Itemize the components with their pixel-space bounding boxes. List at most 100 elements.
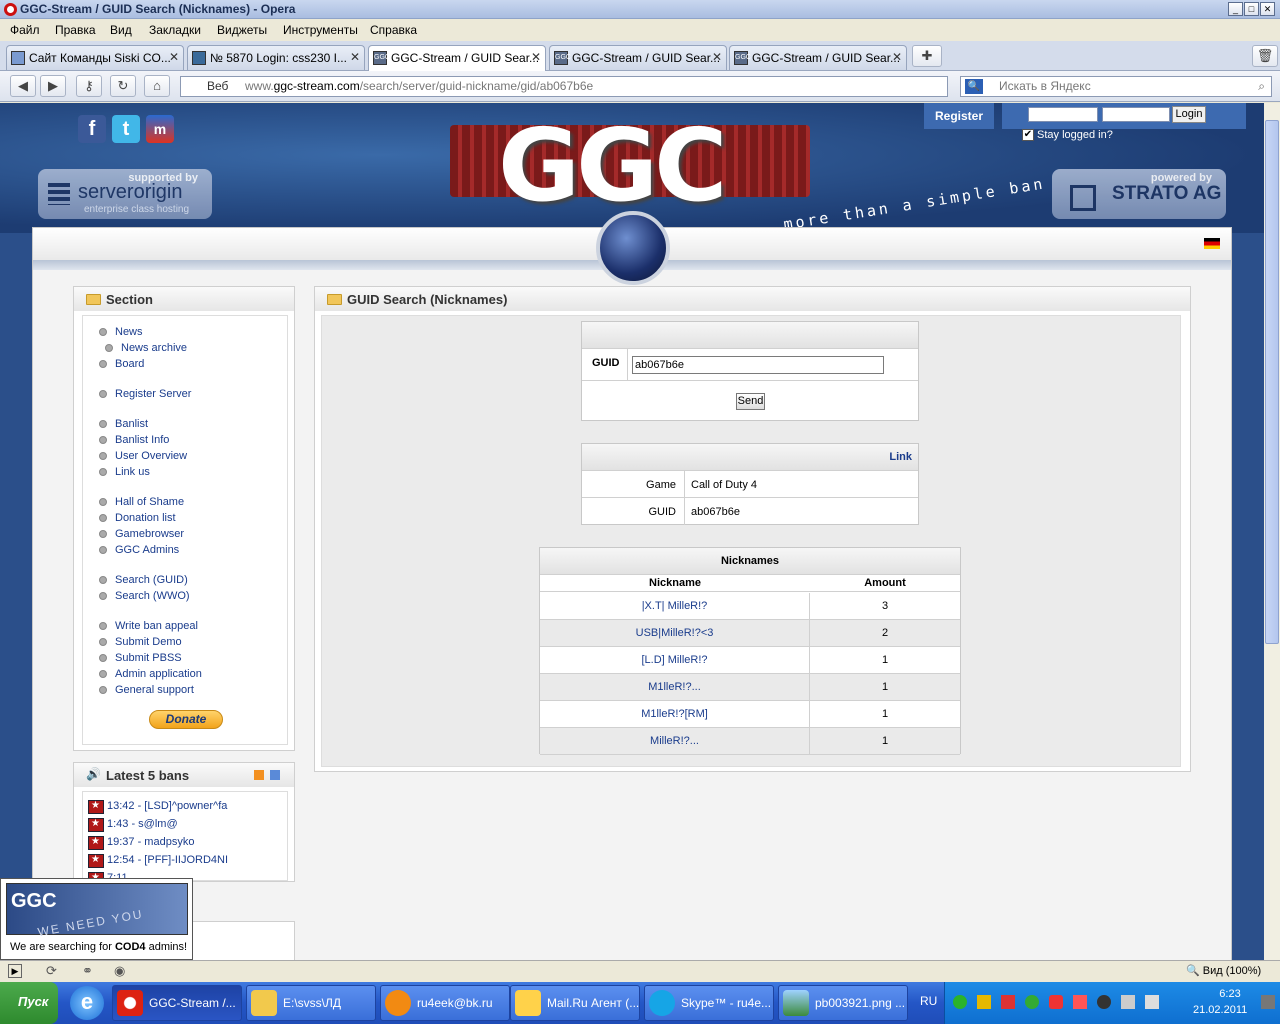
tray-icon[interactable] (953, 995, 967, 1009)
myspace-icon[interactable]: m (146, 115, 174, 143)
nav-banlist-info[interactable]: Banlist Info (115, 434, 169, 446)
unite-icon[interactable]: ⚭ (82, 963, 93, 979)
search-engine-icon[interactable]: 🔍 (965, 79, 983, 94)
task-mailru-agent[interactable]: Mail.Ru Агент (... (510, 985, 640, 1021)
nav-admin-application[interactable]: Admin application (115, 668, 202, 680)
home-button[interactable]: ⌂ (144, 75, 170, 97)
nickname-cell[interactable]: M1lleR!?[RM] (540, 701, 810, 728)
nav-submit-demo[interactable]: Submit Demo (115, 636, 182, 648)
nickname-cell[interactable]: M1lleR!?... (540, 674, 810, 701)
task-explorer[interactable]: E:\svss\ЛД (246, 985, 376, 1021)
volume-icon[interactable] (1145, 995, 1159, 1009)
nav-general-support[interactable]: General support (115, 684, 194, 696)
sponsor-serverorigin[interactable]: supported by serverorigin enterprise cla… (38, 169, 212, 219)
menu-file[interactable]: Файл (10, 23, 40, 37)
menu-help[interactable]: Справка (370, 23, 417, 37)
new-tab-button[interactable]: ✚ (912, 45, 942, 67)
panel-toggle-icon[interactable]: ▶ (8, 964, 22, 978)
menu-view[interactable]: Вид (110, 23, 132, 37)
tray-icon[interactable] (1073, 995, 1087, 1009)
nickname-cell[interactable]: MilleR!?... (540, 728, 810, 755)
sync-icon[interactable]: ⟳ (46, 963, 57, 979)
rss-icon[interactable] (254, 770, 264, 780)
url-field[interactable]: Веб www.ggc-stream.com/search/server/gui… (180, 76, 948, 97)
trash-icon[interactable]: 🗑 (1252, 45, 1278, 67)
nav-ggc-admins[interactable]: GGC Admins (115, 544, 179, 556)
language-indicator[interactable]: RU (920, 994, 937, 1008)
facebook-icon[interactable]: f (78, 115, 106, 143)
task-skype[interactable]: Skype™ - ru4e... (644, 985, 774, 1021)
donate-button[interactable]: Donate (149, 710, 223, 729)
nav-gamebrowser[interactable]: Gamebrowser (115, 528, 184, 540)
nav-link-us[interactable]: Link us (115, 466, 150, 478)
close-tab-icon[interactable]: ✕ (169, 50, 179, 64)
tray-icon[interactable] (977, 995, 991, 1009)
guid-input[interactable]: ab067b6e (632, 356, 884, 374)
task-mail[interactable]: ru4eek@bk.ru (380, 985, 510, 1021)
nav-register-server[interactable]: Register Server (115, 388, 191, 400)
menu-widgets[interactable]: Виджеты (217, 23, 267, 37)
task-opera[interactable]: GGC-Stream /... (112, 985, 242, 1021)
turbo-icon[interactable]: ◉ (114, 963, 125, 979)
twitter-icon[interactable]: t (112, 115, 140, 143)
nav-submit-pbss[interactable]: Submit PBSS (115, 652, 182, 664)
minimize-button[interactable]: _ (1228, 2, 1243, 16)
nav-donation-list[interactable]: Donation list (115, 512, 176, 524)
maximize-button[interactable]: □ (1244, 2, 1259, 16)
admin-recruit-ad[interactable]: GGC WE NEED YOU We are searching for COD… (0, 878, 193, 960)
back-button[interactable]: ◀ (10, 75, 36, 97)
ie-quicklaunch-icon[interactable]: e (70, 986, 104, 1020)
stay-logged-in[interactable]: ✔ Stay logged in? (1022, 129, 1113, 142)
scrollbar-thumb[interactable] (1265, 120, 1279, 644)
menu-bookmarks[interactable]: Закладки (149, 23, 201, 37)
checkbox-checked-icon[interactable]: ✔ (1022, 129, 1034, 142)
tab-ggc-active[interactable]: GGC GGC-Stream / GUID Sear... ✕ (368, 45, 546, 71)
close-tab-icon[interactable]: ✕ (712, 50, 722, 64)
feed-icon[interactable] (270, 770, 280, 780)
search-input[interactable]: 🔍 Искать в Яндекс ⌕ (960, 76, 1272, 97)
link-button[interactable]: Link (582, 444, 918, 471)
ban-item[interactable]: 19:37 - madpsyko (88, 836, 194, 850)
send-button[interactable]: Send (736, 393, 765, 410)
key-icon[interactable]: ⚷ (76, 75, 102, 97)
ban-item[interactable]: 13:42 - [LSD]^powner^fa (88, 800, 227, 814)
tray-icon[interactable] (1049, 995, 1063, 1009)
nickname-cell[interactable]: [L.D] MilleR!? (540, 647, 810, 674)
network-icon[interactable] (1121, 995, 1135, 1009)
nav-news[interactable]: News (115, 326, 143, 338)
utorrent-icon[interactable] (1025, 995, 1039, 1009)
nav-search-wwo[interactable]: Search (WWO) (115, 590, 190, 602)
zoom-level[interactable]: 🔍 Вид (100%) (1186, 964, 1261, 977)
nav-user-overview[interactable]: User Overview (115, 450, 187, 462)
tab-ggc-2[interactable]: GGC GGC-Stream / GUID Sear... ✕ (549, 45, 727, 70)
nav-board[interactable]: Board (115, 358, 144, 370)
task-image-viewer[interactable]: pb003921.png ... (778, 985, 908, 1021)
sponsor-strato[interactable]: powered by STRATO AG (1052, 169, 1226, 219)
reload-button[interactable]: ↻ (110, 75, 136, 97)
nav-write-ban-appeal[interactable]: Write ban appeal (115, 620, 198, 632)
tray-icon[interactable] (1261, 995, 1275, 1009)
start-button[interactable]: Пуск (0, 982, 58, 1024)
ggc-logo[interactable]: GGC (450, 107, 810, 224)
login-button[interactable]: Login (1172, 106, 1206, 123)
tab-login[interactable]: № 5870 Login: css230 I... ✕ (187, 45, 365, 70)
tray-icon[interactable] (1097, 995, 1111, 1009)
close-tab-icon[interactable]: ✕ (531, 50, 541, 64)
search-icon[interactable]: ⌕ (1258, 77, 1265, 96)
nav-news-archive[interactable]: News archive (121, 342, 187, 354)
nav-hall-of-shame[interactable]: Hall of Shame (115, 496, 184, 508)
tab-siski[interactable]: Сайт Команды Siski CO... ✕ (6, 45, 184, 70)
nickname-cell[interactable]: USB|MilleR!?<3 (540, 620, 810, 647)
register-button[interactable]: Register (924, 103, 994, 129)
close-tab-icon[interactable]: ✕ (892, 50, 902, 64)
nickname-cell[interactable]: |X.T| MilleR!? (540, 593, 810, 620)
forward-button[interactable]: ▶ (40, 75, 66, 97)
close-window-button[interactable]: ✕ (1260, 2, 1275, 16)
nav-search-guid[interactable]: Search (GUID) (115, 574, 188, 586)
tray-icon[interactable] (1001, 995, 1015, 1009)
tab-ggc-3[interactable]: GGC GGC-Stream / GUID Sear... ✕ (729, 45, 907, 70)
close-tab-icon[interactable]: ✕ (350, 50, 360, 64)
menu-tools[interactable]: Инструменты (283, 23, 358, 37)
nav-banlist[interactable]: Banlist (115, 418, 148, 430)
username-field[interactable] (1028, 107, 1098, 122)
